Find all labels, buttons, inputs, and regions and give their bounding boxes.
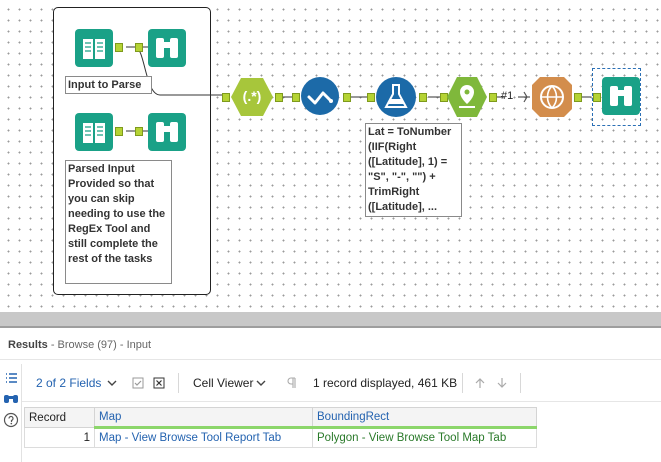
input-anchor[interactable]	[367, 93, 375, 102]
input-book-icon	[75, 29, 113, 67]
input-anchor[interactable]	[292, 93, 300, 102]
column-header-boundingrect[interactable]: BoundingRect	[312, 407, 537, 429]
connection-count-label: #1	[501, 90, 514, 102]
list-icon[interactable]	[3, 370, 19, 386]
binoculars-icon	[148, 113, 186, 151]
browse-tool-parsed[interactable]	[148, 113, 186, 151]
results-grid: Record Map BoundingRect 1 Map - View Bro…	[24, 407, 537, 448]
splitter-border	[0, 326, 661, 328]
regex-tool[interactable]: (.*)	[231, 77, 273, 117]
record-count-info: 1 record displayed, 461 KB	[313, 376, 458, 390]
toolbar-separator	[520, 373, 521, 393]
checkmark-icon	[301, 77, 339, 115]
browse-tool[interactable]	[148, 29, 186, 67]
input-anchor[interactable]	[222, 93, 230, 102]
fields-selector[interactable]: 2 of 2 Fields	[36, 376, 101, 390]
select-tool[interactable]	[301, 77, 339, 115]
output-anchor[interactable]	[135, 43, 143, 52]
input-data-tool-parsed[interactable]	[75, 113, 113, 151]
output-anchor[interactable]	[343, 93, 351, 102]
cell-map[interactable]: Map - View Browse Tool Report Tab	[94, 427, 313, 448]
binoculars-icon[interactable]	[3, 390, 19, 406]
results-toolbar: 2 of 2 Fields Cell Viewer 1 record displ…	[22, 364, 661, 402]
table-row[interactable]: 1 Map - View Browse Tool Report Tab Poly…	[24, 427, 537, 448]
results-subtitle: - Browse (97) - Input	[50, 339, 152, 351]
grid-header-row: Record Map BoundingRect	[24, 407, 537, 429]
map-pin-icon	[447, 77, 487, 117]
workflow-canvas[interactable]: Input to Parse Parsed Input Provided so …	[0, 0, 661, 312]
input-book-icon	[75, 113, 113, 151]
cell-record[interactable]: 1	[24, 427, 95, 448]
select-all-checkbox-icon[interactable]	[132, 377, 144, 389]
arrow-down-icon[interactable]	[496, 377, 508, 389]
column-header-map[interactable]: Map	[94, 407, 313, 429]
binoculars-icon	[148, 29, 186, 67]
results-header: Results - Browse (97) - Input	[0, 332, 661, 360]
output-anchor[interactable]	[135, 127, 143, 136]
input-data-tool[interactable]	[75, 29, 113, 67]
annotation-formula: Lat = ToNumber (IIF(Right ([Latitude], 1…	[365, 123, 462, 217]
browse-tool-selected[interactable]	[602, 77, 640, 115]
input-anchor[interactable]	[593, 93, 601, 102]
annotation-parsed-input: Parsed Input Provided so that you can sk…	[65, 160, 172, 284]
toolbar-separator	[178, 373, 179, 393]
flask-icon	[376, 77, 416, 117]
chevron-down-icon[interactable]	[255, 377, 267, 389]
regex-label: (.*)	[242, 88, 262, 104]
cell-viewer-selector[interactable]: Cell Viewer	[193, 376, 253, 390]
output-anchor[interactable]	[115, 43, 123, 52]
report-map-tool[interactable]	[532, 76, 572, 118]
cell-boundingrect[interactable]: Polygon - View Browse Tool Map Tab	[312, 427, 537, 448]
pane-splitter[interactable]	[0, 312, 661, 326]
pilcrow-icon[interactable]	[286, 377, 298, 389]
globe-icon	[532, 77, 572, 117]
output-anchor[interactable]	[574, 93, 582, 102]
output-anchor[interactable]	[115, 127, 123, 136]
output-anchor[interactable]	[489, 93, 497, 102]
results-side-rail	[0, 364, 22, 462]
output-anchor[interactable]	[275, 93, 283, 102]
create-points-tool[interactable]	[447, 76, 487, 118]
arrow-up-icon[interactable]	[474, 377, 486, 389]
output-anchor[interactable]	[419, 93, 427, 102]
formula-tool[interactable]	[376, 77, 416, 117]
help-icon[interactable]	[3, 412, 19, 428]
binoculars-icon	[602, 77, 640, 115]
results-title: Results	[8, 339, 48, 351]
toolbar-separator	[462, 373, 463, 393]
chevron-down-icon[interactable]	[106, 377, 118, 389]
column-header-record[interactable]: Record	[24, 407, 95, 428]
deselect-all-icon[interactable]	[153, 377, 165, 389]
annotation-input-to-parse: Input to Parse	[65, 76, 152, 94]
